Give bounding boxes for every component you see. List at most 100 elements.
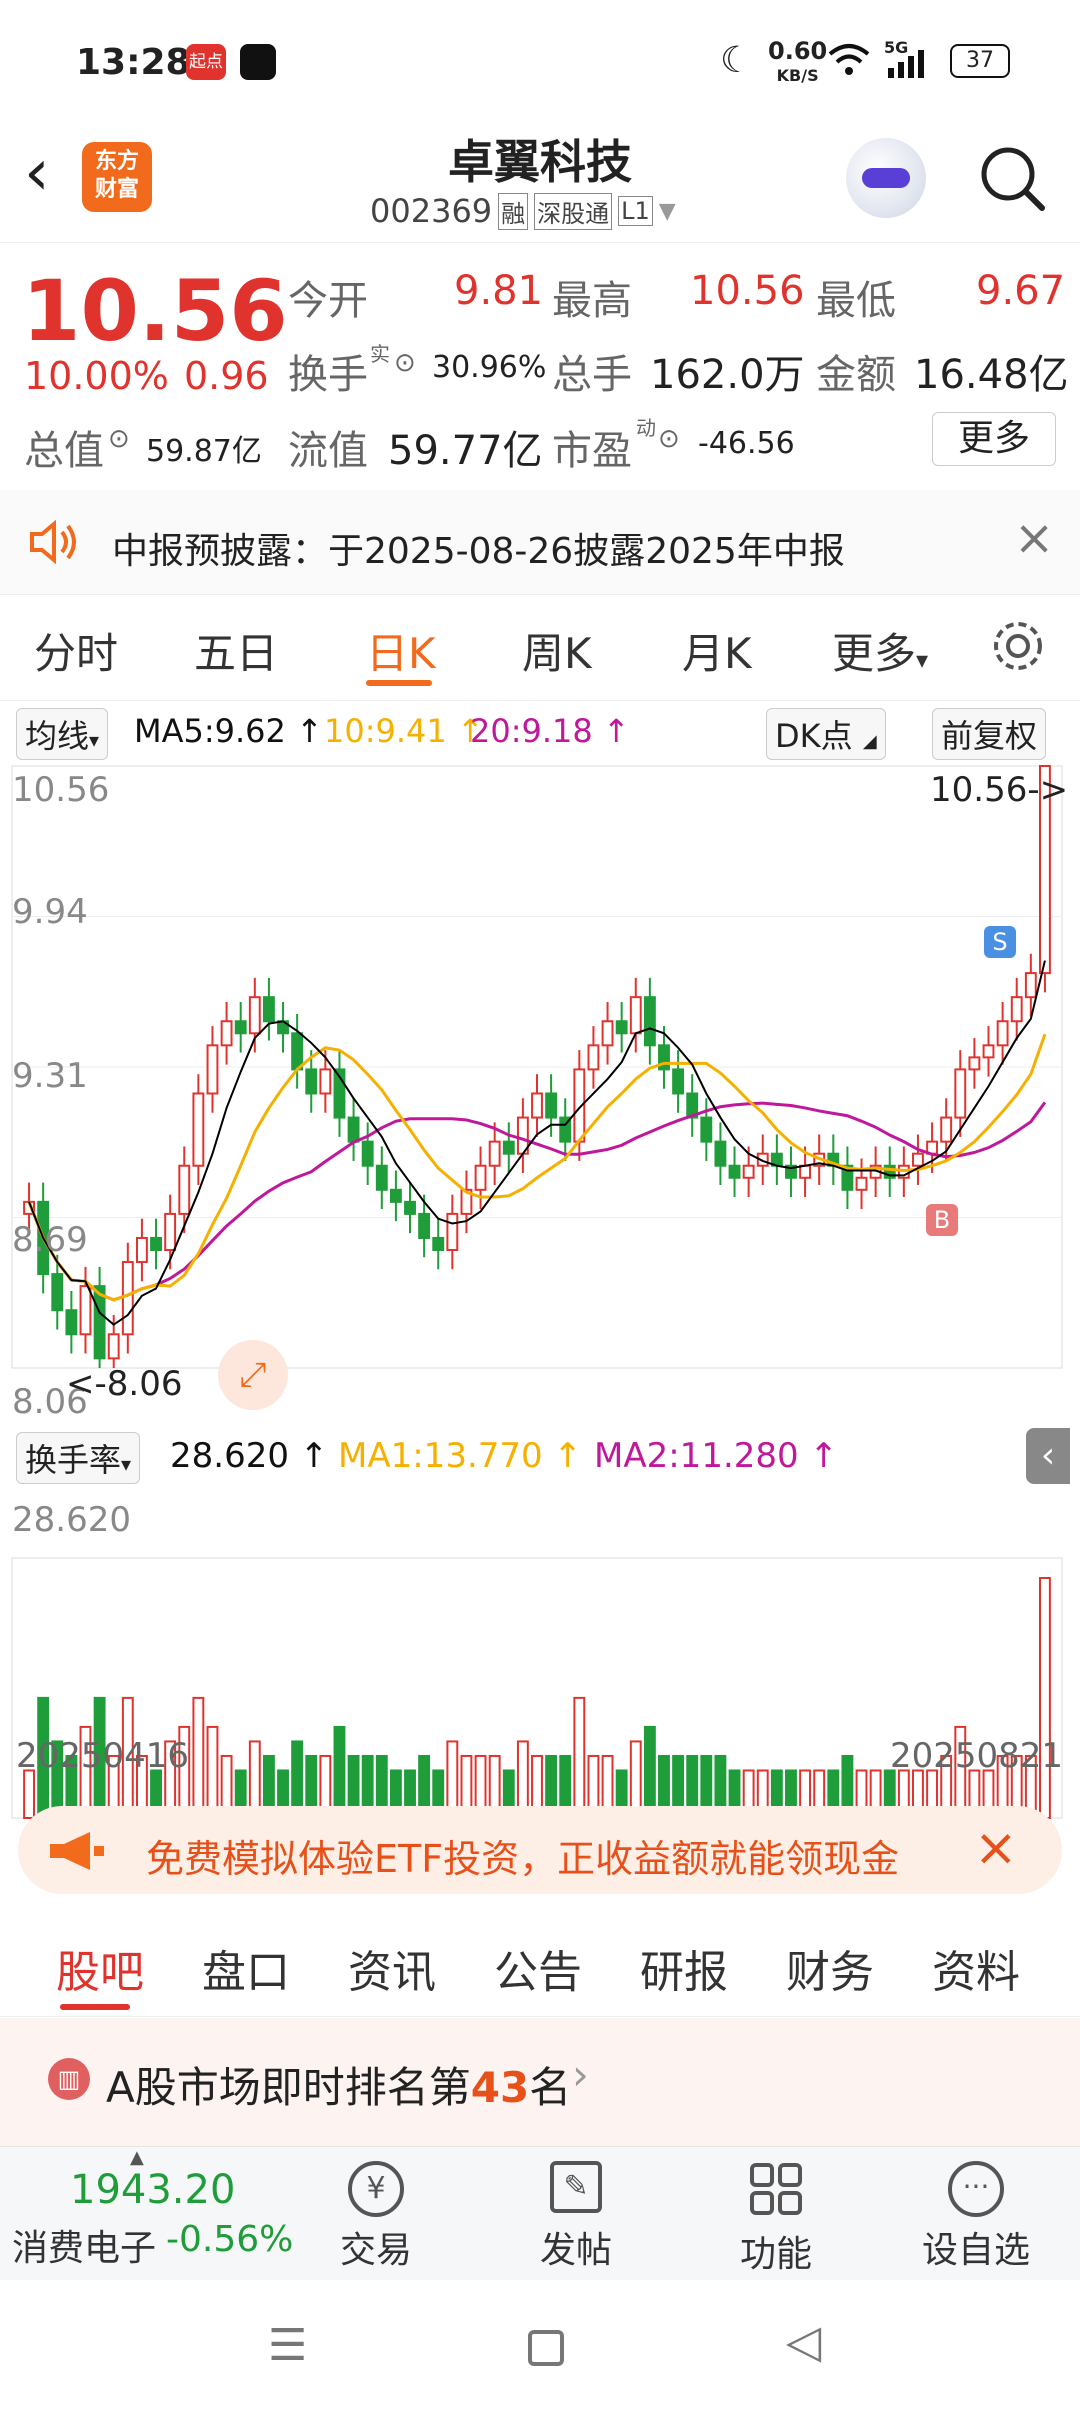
close-icon[interactable]: × (1014, 510, 1054, 566)
trade-button[interactable]: ¥ 交易 (306, 2147, 446, 2273)
gear-icon[interactable] (990, 618, 1046, 674)
ma20-value: 20:9.18 (470, 712, 593, 750)
tab-daily-k[interactable]: 日K (366, 620, 436, 681)
ma-selector[interactable]: 均线▾ (16, 708, 109, 760)
expand-icon[interactable]: ⤢ (218, 1340, 288, 1410)
speaker-icon (30, 520, 76, 564)
tab-financials[interactable]: 财务 (786, 1936, 874, 2000)
turnover-axis-max: 28.620 (12, 1500, 131, 1540)
indicator-selector[interactable]: 换手率▾ (16, 1432, 141, 1484)
tab-intraday[interactable]: 分时 (34, 620, 118, 681)
quote-panel: 10.56 10.00% 0.96 今开 9.81 最高 10.56 最低 9.… (0, 242, 1080, 491)
info-icon[interactable]: ⊙ (108, 424, 130, 454)
high-value: 10.56 (690, 268, 805, 314)
stock-code: 002369 (370, 192, 493, 230)
mktcap-value: 59.87亿 (146, 434, 262, 469)
y-tick-max: 10.56 (12, 770, 110, 810)
app-badge-icon: 起点 (186, 44, 226, 80)
back-nav-icon[interactable]: ◁ (786, 2314, 821, 2368)
candle-body (220, 1020, 233, 1047)
tab-monthly-k[interactable]: 月K (682, 620, 752, 681)
change-amount: 0.96 (184, 354, 269, 398)
moon-icon: ☾ (720, 40, 753, 81)
notice-bar[interactable]: 中报预披露：于2025-08-26披露2025年中报 × (0, 490, 1080, 595)
margin-tag: 融 (498, 192, 529, 230)
info-icon[interactable]: ⊙ (658, 424, 680, 454)
megaphone-icon (50, 1832, 104, 1870)
change-percent: 10.00% (24, 354, 169, 398)
sector-index[interactable]: ▲ 1943.20 消费电子 -0.56% (10, 2147, 294, 2281)
tab-five-day[interactable]: 五日 (194, 620, 278, 681)
bottom-toolbar: ▲ 1943.20 消费电子 -0.56% ¥ 交易 ✎ 发帖 功能 ··· 设… (0, 2146, 1080, 2281)
candle-body (700, 1116, 713, 1143)
amount-value: 16.48亿 (914, 352, 1069, 398)
mktcap-label: 总值 (24, 428, 104, 474)
more-button[interactable]: 更多 (932, 412, 1056, 466)
post-label: 发帖 (539, 2230, 612, 2271)
collapse-panel-icon[interactable]: ‹ (1026, 1428, 1070, 1484)
close-icon[interactable]: × (974, 1818, 1018, 1878)
rank-suffix: 名 (529, 2063, 572, 2112)
tab-forum[interactable]: 股吧 (56, 1936, 144, 2000)
pe-label: 市盈 (552, 428, 632, 474)
signal-icon (888, 50, 924, 78)
chevron-down-icon: ▾ (89, 728, 100, 752)
candle-body (587, 1044, 600, 1071)
dk-button-label: DK点 (775, 717, 853, 755)
functions-button[interactable]: 功能 (706, 2147, 846, 2277)
yen-icon: ¥ (348, 2161, 404, 2217)
buy-marker[interactable]: B (926, 1204, 958, 1236)
robot-assistant-icon[interactable] (846, 138, 926, 218)
menu-icon[interactable]: ☰ (268, 2320, 307, 2371)
turnover-bar (206, 1725, 219, 1819)
rank-number: 43 (470, 2063, 530, 2112)
adjust-button[interactable]: 前复权 (932, 708, 1047, 760)
functions-label: 功能 (739, 2234, 812, 2275)
open-label: 今开 (288, 278, 368, 324)
candle-body (996, 1020, 1009, 1047)
tab-weekly-k[interactable]: 周K (522, 620, 592, 681)
market-rank-card[interactable]: ▥ A股市场即时排名第43名 › (0, 2018, 1080, 2148)
tab-announcements[interactable]: 公告 (494, 1936, 582, 2000)
tab-profile[interactable]: 资料 (932, 1936, 1020, 2000)
candle-body (474, 1164, 487, 1191)
candle-body (488, 1140, 501, 1167)
home-icon[interactable] (528, 2330, 564, 2366)
net-speed: 0.60 KB/S (768, 37, 828, 85)
ma20-label: 20:9.18 ↑ (470, 712, 630, 750)
tab-research[interactable]: 研报 (640, 1936, 728, 2000)
ma10-label: 10:9.41 ↑ (324, 712, 484, 750)
candle-body (968, 1056, 981, 1071)
chevron-down-icon[interactable]: ▼ (659, 199, 676, 224)
more-dots-icon: ··· (948, 2161, 1004, 2217)
info-icon[interactable]: ⊙ (394, 348, 416, 378)
content-tabs: 股吧 盘口 资讯 公告 研报 财务 资料 (0, 1912, 1080, 2017)
notice-text: 中报预披露：于2025-08-26披露2025年中报 (112, 531, 845, 572)
sector-change: -0.56% (166, 2219, 294, 2260)
turnover-bar (1039, 1577, 1051, 1819)
candle-body (643, 996, 656, 1047)
high-label: 最高 (552, 278, 632, 324)
rank-chart-icon: ▥ (48, 2058, 90, 2100)
tab-order-book[interactable]: 盘口 (202, 1936, 290, 2000)
current-price: 10.56 (22, 262, 288, 360)
sell-marker[interactable]: S (984, 926, 1016, 958)
promo-banner[interactable]: 免费模拟体验ETF投资，正收益额就能领现金 × (18, 1806, 1062, 1894)
y-tick: 9.94 (12, 892, 88, 932)
start-date: 20250416 (16, 1736, 190, 1776)
active-tab-indicator (366, 680, 432, 686)
candle-body (601, 1020, 614, 1047)
banner-text: 免费模拟体验ETF投资，正收益额就能领现金 (146, 1837, 900, 1881)
candle-body (107, 1333, 120, 1360)
y-tick: 8.69 (12, 1220, 88, 1260)
tab-more[interactable]: 更多▾ (832, 620, 928, 681)
candle-body (615, 1020, 628, 1035)
search-icon[interactable] (976, 142, 1048, 214)
candle-body (404, 1200, 416, 1215)
add-watchlist-button[interactable]: ··· 设自选 (906, 2147, 1046, 2273)
post-button[interactable]: ✎ 发帖 (506, 2147, 646, 2273)
level-tag: L1 (618, 196, 653, 226)
tab-news[interactable]: 资讯 (348, 1936, 436, 2000)
kline-svg[interactable] (0, 758, 1080, 1828)
dk-button[interactable]: DK点 ◢ (766, 708, 886, 760)
